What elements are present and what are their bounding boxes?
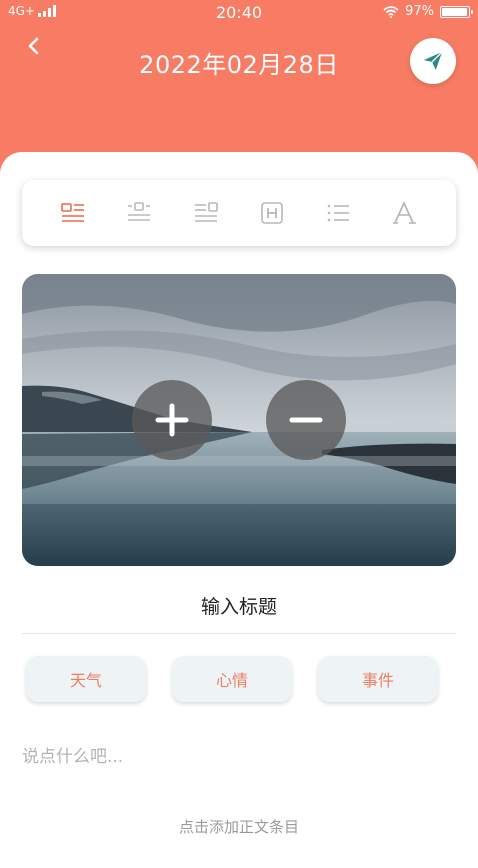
font-icon <box>392 202 416 224</box>
mood-tag-button[interactable]: 心情 <box>172 656 292 702</box>
battery-icon <box>440 5 473 18</box>
align-image-right-button[interactable] <box>189 196 223 230</box>
zoom-out-button[interactable] <box>266 380 346 460</box>
weather-tag-button[interactable]: 天气 <box>26 656 146 702</box>
lake-landscape-image <box>22 274 456 566</box>
body-input[interactable]: 说点什么吧... <box>22 742 123 767</box>
battery-fill <box>442 7 468 16</box>
align-image-center-button[interactable] <box>122 196 156 230</box>
align-image-center-icon <box>128 202 151 221</box>
status-right: 97% <box>383 4 473 19</box>
add-entry-link[interactable]: 点击添加正文条目 <box>0 816 478 837</box>
heading-button[interactable] <box>255 196 289 230</box>
list-button[interactable] <box>321 196 355 230</box>
minus-icon <box>289 417 323 423</box>
status-bar: 4G+ 20:40 97% <box>0 0 478 28</box>
align-image-left-icon <box>61 203 85 222</box>
paper-plane-icon <box>423 51 443 71</box>
zoom-in-button[interactable] <box>132 380 212 460</box>
format-toolbar <box>22 180 456 246</box>
tag-buttons: 天气 心情 事件 <box>26 656 438 702</box>
event-tag-button[interactable]: 事件 <box>318 656 438 702</box>
align-image-left-button[interactable] <box>56 196 90 230</box>
align-image-right-icon <box>194 202 218 222</box>
cover-photo[interactable] <box>22 274 456 566</box>
heading-icon <box>261 202 283 224</box>
list-icon <box>328 204 350 222</box>
send-button[interactable] <box>410 38 456 84</box>
title-input[interactable]: 输入标题 <box>22 592 456 634</box>
wifi-icon <box>383 5 399 18</box>
page-title: 2022年02月28日 <box>139 51 339 79</box>
battery-percent: 97% <box>405 4 434 19</box>
font-button[interactable] <box>388 196 422 230</box>
editor-sheet: 输入标题 天气 心情 事件 说点什么吧... 点击添加正文条目 <box>0 152 478 868</box>
plus-icon <box>155 403 189 437</box>
